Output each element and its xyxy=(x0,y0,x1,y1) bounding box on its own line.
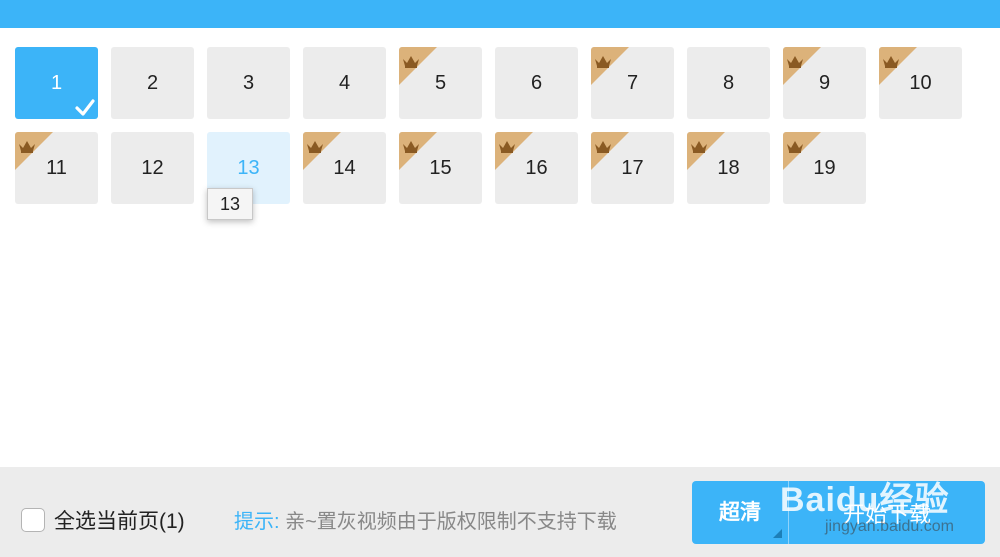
top-bar xyxy=(0,0,1000,28)
select-all-checkbox[interactable] xyxy=(21,508,45,532)
episode-number: 8 xyxy=(722,71,735,94)
episode-number: 16 xyxy=(525,156,548,179)
crown-icon xyxy=(402,51,420,68)
episode-number: 9 xyxy=(818,71,831,94)
episode-number: 2 xyxy=(146,71,159,94)
episode-tile-15[interactable]: 15 xyxy=(399,132,482,204)
crown-icon xyxy=(882,51,900,68)
episode-number: 13 xyxy=(237,156,260,179)
quality-select-button[interactable]: 超清 xyxy=(692,481,788,544)
footer-bar: 全选当前页(1) 提示: 亲~置灰视频由于版权限制不支持下载 超清 开始下载 xyxy=(0,467,1000,557)
dropdown-corner-icon xyxy=(773,529,782,538)
episode-number: 10 xyxy=(909,71,932,94)
episode-tile-6[interactable]: 6 xyxy=(495,47,578,119)
episode-tile-8[interactable]: 8 xyxy=(687,47,770,119)
episode-number: 11 xyxy=(46,156,67,179)
crown-icon xyxy=(498,136,516,153)
episode-number: 17 xyxy=(621,156,644,179)
episode-row: 11 12 13 14 15 16 17 18 19 xyxy=(15,132,985,204)
episode-number: 15 xyxy=(429,156,452,179)
download-button-group: 超清 开始下载 xyxy=(692,481,985,544)
tip-text: 亲~置灰视频由于版权限制不支持下载 xyxy=(285,511,617,533)
episode-number: 4 xyxy=(338,71,351,94)
start-download-button[interactable]: 开始下载 xyxy=(789,497,985,529)
episode-tile-11[interactable]: 11 xyxy=(15,132,98,204)
checkmark-icon xyxy=(75,99,95,117)
episode-tile-12[interactable]: 12 xyxy=(111,132,194,204)
crown-icon xyxy=(690,136,708,153)
episode-number: 7 xyxy=(626,71,639,94)
episode-number: 5 xyxy=(434,71,447,94)
crown-icon xyxy=(594,136,612,153)
select-all-control[interactable]: 全选当前页(1) xyxy=(21,505,185,535)
episode-tile-16[interactable]: 16 xyxy=(495,132,578,204)
crown-icon xyxy=(786,136,804,153)
crown-icon xyxy=(402,136,420,153)
episode-tile-19[interactable]: 19 xyxy=(783,132,866,204)
crown-icon xyxy=(594,51,612,68)
episode-number: 19 xyxy=(813,156,836,179)
episode-grid: 1 2 3 4 5 6 7 8 9 10 11 12 13 14 15 16 17 18 19 xyxy=(15,47,985,217)
episode-number: 18 xyxy=(717,156,740,179)
episode-tile-3[interactable]: 3 xyxy=(207,47,290,119)
crown-icon xyxy=(786,51,804,68)
episode-row: 1 2 3 4 5 6 7 8 9 10 xyxy=(15,47,985,119)
crown-icon xyxy=(18,136,36,153)
episode-tile-5[interactable]: 5 xyxy=(399,47,482,119)
tip-prefix: 提示: xyxy=(234,511,280,533)
episode-number: 6 xyxy=(530,71,543,94)
episode-tile-10[interactable]: 10 xyxy=(879,47,962,119)
episode-number: 3 xyxy=(242,71,255,94)
episode-tile-7[interactable]: 7 xyxy=(591,47,674,119)
episode-tile-14[interactable]: 14 xyxy=(303,132,386,204)
episode-number: 1 xyxy=(50,71,63,94)
episode-number: 14 xyxy=(333,156,356,179)
copyright-tip: 提示: 亲~置灰视频由于版权限制不支持下载 xyxy=(234,505,617,534)
episode-tile-2[interactable]: 2 xyxy=(111,47,194,119)
episode-tooltip: 13 xyxy=(207,188,253,220)
episode-tile-17[interactable]: 17 xyxy=(591,132,674,204)
crown-icon xyxy=(306,136,324,153)
episode-tile-4[interactable]: 4 xyxy=(303,47,386,119)
episode-number: 12 xyxy=(141,156,164,179)
episode-tile-18[interactable]: 18 xyxy=(687,132,770,204)
select-all-label: 全选当前页(1) xyxy=(54,510,185,533)
episode-tile-1[interactable]: 1 xyxy=(15,47,98,119)
quality-label: 超清 xyxy=(719,501,761,524)
episode-tile-9[interactable]: 9 xyxy=(783,47,866,119)
